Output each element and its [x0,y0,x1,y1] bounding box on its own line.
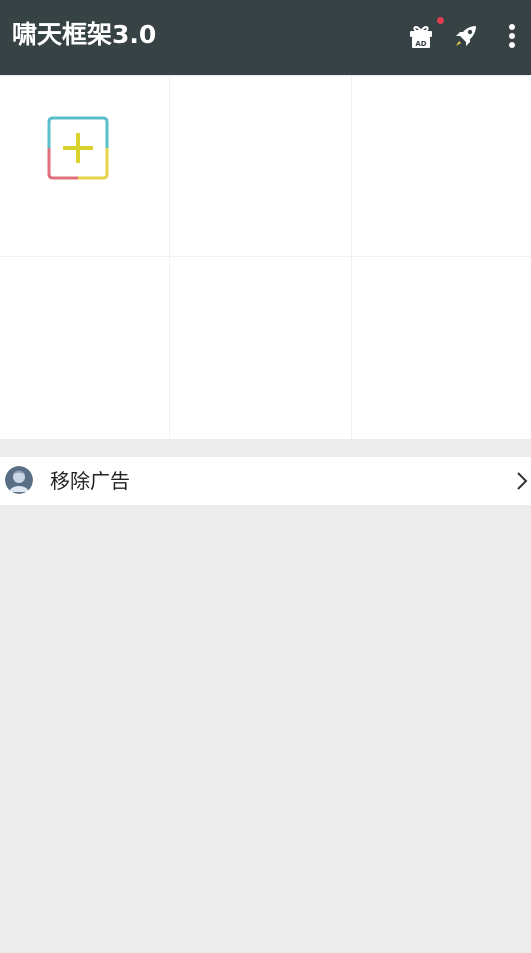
grid-cell[interactable] [170,76,352,257]
grid-cell[interactable] [0,257,170,439]
add-icon [47,116,109,180]
gift-ad-button[interactable]: AD [403,18,439,54]
grid-cell[interactable] [352,257,531,439]
app-grid [0,76,531,439]
app-title: 啸天框架3.0 [12,20,157,49]
gift-ad-icon: AD [410,26,432,48]
overflow-menu-button[interactable] [494,18,530,54]
notification-badge-dot [437,17,444,24]
overflow-menu-icon [509,24,515,48]
rocket-icon [456,26,476,46]
grid-cell[interactable] [352,76,531,257]
chevron-right-icon [517,472,528,490]
avatar-icon [5,466,33,494]
gift-ad-text: AD [415,40,426,48]
app-bar: 啸天框架3.0 AD [0,0,531,75]
rocket-button[interactable] [448,18,484,54]
remove-ads-row[interactable]: 移除广告 [0,457,531,505]
grid-cell[interactable] [170,257,352,439]
remove-ads-label: 移除广告 [50,469,130,493]
grid-cell-add[interactable] [0,76,170,257]
